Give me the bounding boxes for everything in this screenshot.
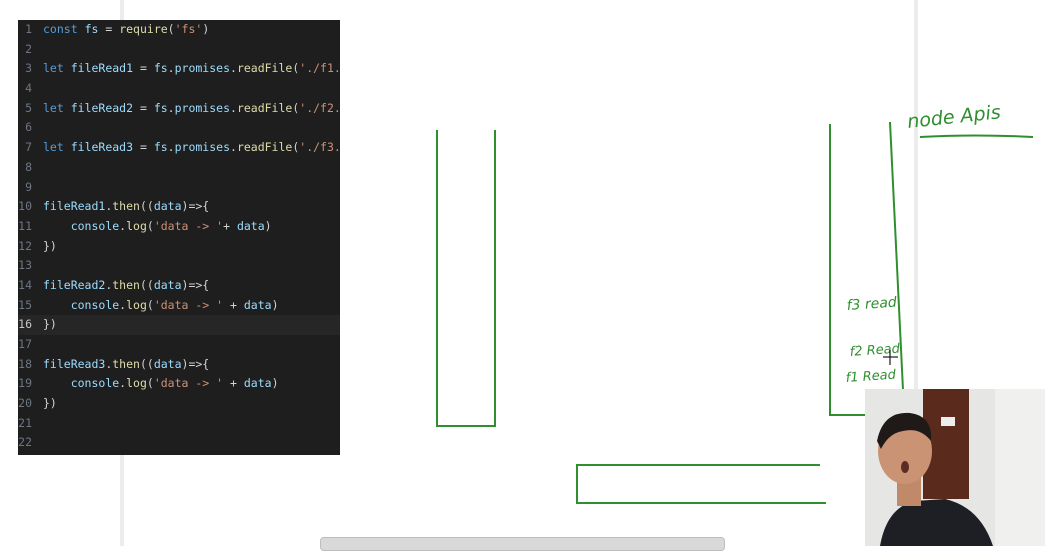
bottom-scrollbar[interactable]: [320, 537, 725, 551]
note-f1-read: f1 Read: [845, 367, 897, 386]
callback-queue-drawing: [576, 464, 826, 504]
webcam-overlay: [865, 389, 1045, 546]
call-stack-drawing: [436, 130, 496, 427]
presenter-video-icon: [865, 389, 1045, 546]
heading-underline: [919, 134, 1034, 138]
node-apis-heading: node Apis: [906, 101, 1002, 133]
note-f3-read: f3 read: [846, 295, 897, 314]
